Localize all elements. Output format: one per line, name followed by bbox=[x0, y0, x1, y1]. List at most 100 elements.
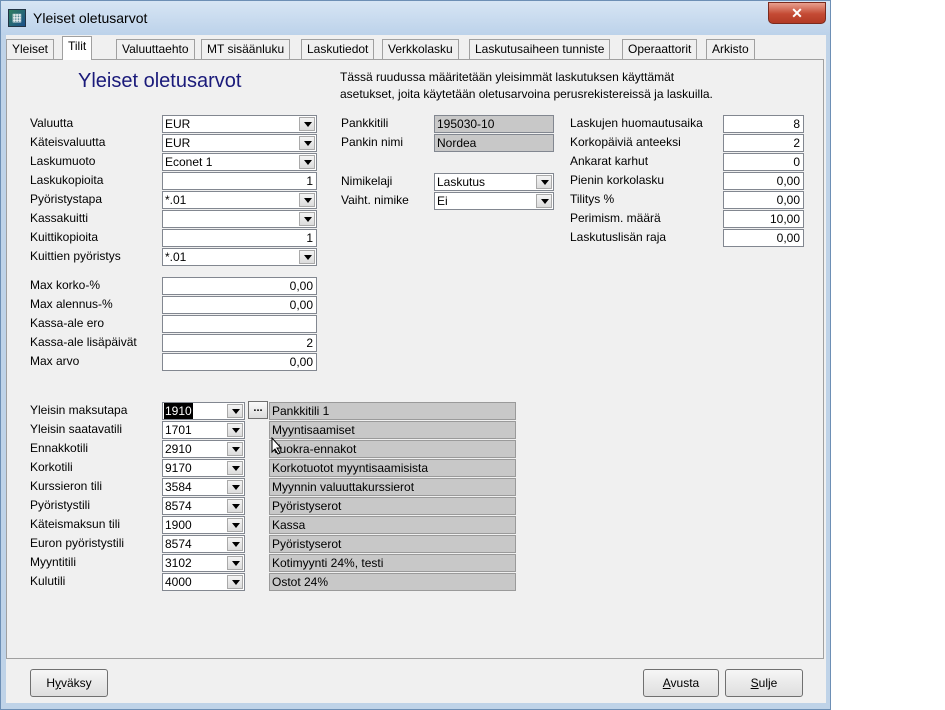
account-code: 1900 bbox=[165, 518, 192, 532]
chevron-down-icon[interactable] bbox=[299, 155, 315, 169]
kuittien-pyoristys-select[interactable]: *.01 bbox=[162, 248, 317, 266]
chevron-down-icon[interactable] bbox=[299, 117, 315, 131]
account-code: 8574 bbox=[165, 537, 192, 551]
tab-verkkolasku[interactable]: Verkkolasku bbox=[382, 39, 459, 59]
chevron-down-icon[interactable] bbox=[299, 136, 315, 150]
laskutuslisan-raja-input[interactable]: 0,00 bbox=[723, 229, 804, 247]
laskumuoto-select[interactable]: Econet 1 bbox=[162, 153, 317, 171]
title-bar[interactable]: ▦ Yleiset oletusarvot ✕ bbox=[1, 1, 830, 35]
help-button[interactable]: Avusta bbox=[643, 669, 719, 697]
account-code-select[interactable]: 1910 bbox=[162, 402, 245, 420]
vaiht-nimike-select[interactable]: Ei bbox=[434, 192, 554, 210]
chevron-down-icon[interactable] bbox=[227, 537, 243, 551]
account-code-select[interactable]: 3102 bbox=[162, 554, 245, 572]
kassa-ale-ero-label: Kassa-ale ero bbox=[30, 316, 105, 330]
kuittikopioita-input[interactable]: 1 bbox=[162, 229, 317, 247]
max-alennus-input[interactable]: 0,00 bbox=[162, 296, 317, 314]
chevron-down-icon[interactable] bbox=[227, 404, 243, 418]
chevron-down-icon[interactable] bbox=[299, 250, 315, 264]
kuittikopioita-label: Kuittikopioita bbox=[30, 230, 99, 244]
chevron-down-icon[interactable] bbox=[227, 461, 243, 475]
account-code: 2910 bbox=[165, 442, 192, 456]
account-label: Myyntitili bbox=[30, 555, 77, 569]
account-name: Vuokra-ennakot bbox=[269, 440, 516, 458]
kassakuitti-label: Kassakuitti bbox=[30, 211, 89, 225]
max-korko-label: Max korko-% bbox=[30, 278, 101, 292]
account-name: Ostot 24% bbox=[269, 573, 516, 591]
account-code: 9170 bbox=[165, 461, 192, 475]
huomautusaika-label: Laskujen huomautusaika bbox=[570, 116, 703, 130]
valuutta-select[interactable]: EUR bbox=[162, 115, 317, 133]
kateisvaluutta-select[interactable]: EUR bbox=[162, 134, 317, 152]
vaiht-nimike-label: Vaiht. nimike bbox=[341, 193, 409, 207]
chevron-down-icon[interactable] bbox=[227, 575, 243, 589]
chevron-down-icon[interactable] bbox=[227, 556, 243, 570]
korkopaivia-input[interactable]: 2 bbox=[723, 134, 804, 152]
chevron-down-icon[interactable] bbox=[227, 518, 243, 532]
max-arvo-input[interactable]: 0,00 bbox=[162, 353, 317, 371]
chevron-down-icon[interactable] bbox=[299, 212, 315, 226]
kassa-ale-ero-input[interactable] bbox=[162, 315, 317, 333]
tab-laskutiedot[interactable]: Laskutiedot bbox=[301, 39, 375, 59]
chevron-down-icon[interactable] bbox=[536, 175, 552, 189]
account-code-select[interactable]: 2910 bbox=[162, 440, 245, 458]
pankkitili-field: 195030-10 bbox=[434, 115, 554, 133]
tab-tilit[interactable]: Tilit bbox=[62, 36, 93, 60]
chevron-down-icon[interactable] bbox=[299, 193, 315, 207]
account-name: Korkotuotot myyntisaamisista bbox=[269, 459, 516, 477]
account-label: Yleisin maksutapa bbox=[30, 403, 128, 417]
chevron-down-icon[interactable] bbox=[227, 499, 243, 513]
help-label-mnemonic: A bbox=[662, 676, 671, 690]
max-korko-input[interactable]: 0,00 bbox=[162, 277, 317, 295]
chevron-down-icon[interactable] bbox=[227, 480, 243, 494]
pankin-nimi-label: Pankin nimi bbox=[341, 135, 404, 149]
pyoristystapa-value: *.01 bbox=[165, 193, 187, 207]
close-dialog-button[interactable]: Sulje bbox=[725, 669, 803, 697]
pankkitili-label: Pankkitili bbox=[341, 116, 389, 130]
pienin-korkolasku-input[interactable]: 0,00 bbox=[723, 172, 804, 190]
kassakuitti-select[interactable] bbox=[162, 210, 317, 228]
tab-mt-sisaanluku[interactable]: MT sisäänluku bbox=[201, 39, 291, 59]
nimikelaji-value: Laskutus bbox=[437, 175, 486, 189]
chevron-down-icon[interactable] bbox=[227, 423, 243, 437]
perimism-maara-input[interactable]: 10,00 bbox=[723, 210, 804, 228]
tab-operaattorit[interactable]: Operaattorit bbox=[622, 39, 698, 59]
account-name: Myyntisaamiset bbox=[269, 421, 516, 439]
account-name: Pyöristyserot bbox=[269, 497, 516, 515]
laskumuoto-value: Econet 1 bbox=[165, 155, 213, 169]
tab-arkisto[interactable]: Arkisto bbox=[706, 39, 755, 59]
account-code-select[interactable]: 1701 bbox=[162, 421, 245, 439]
tab-yleiset[interactable]: Yleiset bbox=[6, 39, 55, 59]
accept-label-pre: H bbox=[46, 676, 55, 690]
ankarat-karhut-input[interactable]: 0 bbox=[723, 153, 804, 171]
kateisvaluutta-value: EUR bbox=[165, 136, 191, 150]
vaiht-nimike-value: Ei bbox=[437, 194, 448, 208]
laskukopioita-input[interactable]: 1 bbox=[162, 172, 317, 190]
close-button[interactable]: ✕ bbox=[768, 2, 826, 24]
account-code: 3584 bbox=[165, 480, 192, 494]
account-code-select[interactable]: 8574 bbox=[162, 535, 245, 553]
laskumuoto-label: Laskumuoto bbox=[30, 154, 96, 168]
huomautusaika-input[interactable]: 8 bbox=[723, 115, 804, 133]
ankarat-karhut-label: Ankarat karhut bbox=[570, 154, 649, 168]
tab-laskutusaiheen-tunniste[interactable]: Laskutusaiheen tunniste bbox=[469, 39, 611, 59]
account-code: 4000 bbox=[165, 575, 192, 589]
dialog-window: ▦ Yleiset oletusarvot ✕ Yleiset Tilit Va… bbox=[0, 0, 831, 710]
account-code: 8574 bbox=[165, 499, 192, 513]
account-code-select[interactable]: 1900 bbox=[162, 516, 245, 534]
pyoristystapa-select[interactable]: *.01 bbox=[162, 191, 317, 209]
tab-valuuttaehto[interactable]: Valuuttaehto bbox=[116, 39, 195, 59]
account-code-select[interactable]: 8574 bbox=[162, 497, 245, 515]
account-code-select[interactable]: 4000 bbox=[162, 573, 245, 591]
tilitys-input[interactable]: 0,00 bbox=[723, 191, 804, 209]
account-code-select[interactable]: 9170 bbox=[162, 459, 245, 477]
account-code-select[interactable]: 3584 bbox=[162, 478, 245, 496]
chevron-down-icon[interactable] bbox=[227, 442, 243, 456]
info-line-2: asetukset, joita käytetään oletusarvoina… bbox=[340, 87, 713, 101]
browse-button[interactable]: ... bbox=[248, 401, 268, 419]
kassa-ale-lisapaivat-input[interactable]: 2 bbox=[162, 334, 317, 352]
nimikelaji-select[interactable]: Laskutus bbox=[434, 173, 554, 191]
chevron-down-icon[interactable] bbox=[536, 194, 552, 208]
account-label: Kulutili bbox=[30, 574, 66, 588]
accept-button[interactable]: Hyväksy bbox=[30, 669, 108, 697]
